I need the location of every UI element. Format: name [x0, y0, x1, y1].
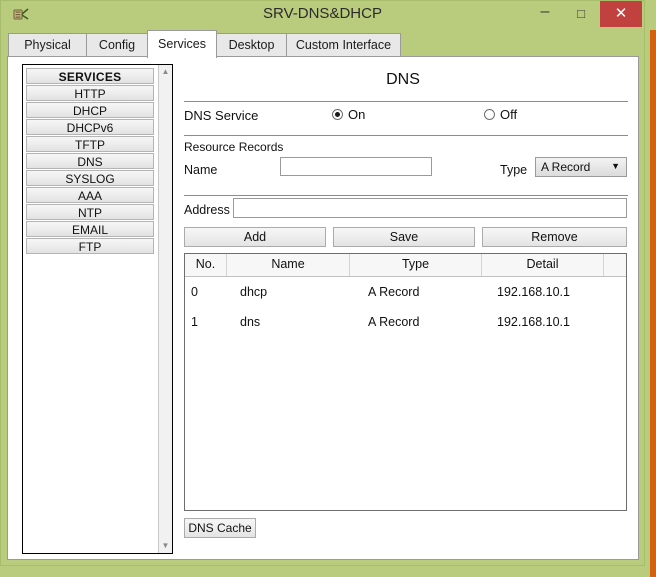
cell-no: 1 [191, 315, 198, 329]
cell-type: A Record [368, 285, 420, 299]
sidebar-item-aaa[interactable]: AAA [26, 187, 154, 203]
tab-bar: Physical Config Services Desktop Custom … [1, 30, 644, 58]
cell-no: 0 [191, 285, 198, 299]
background-strip-orange [650, 30, 656, 577]
services-sidebar: SERVICES HTTP DHCP DHCPv6 TFTP DNS SYSLO… [22, 64, 173, 554]
divider-under-name [184, 195, 628, 196]
sidebar-item-ftp[interactable]: FTP [26, 238, 154, 254]
sidebar-item-dhcpv6[interactable]: DHCPv6 [26, 119, 154, 135]
cell-detail: 192.168.10.1 [497, 315, 570, 329]
tab-custom-interface-label: Custom Interface [295, 38, 392, 52]
tab-physical[interactable]: Physical [8, 33, 87, 57]
column-header-detail[interactable]: Detail [482, 254, 604, 276]
dns-service-on-radio[interactable]: On [332, 107, 365, 122]
resource-records-table: No. Name Type Detail 0 dhcp A Record 192… [184, 253, 627, 511]
column-header-name[interactable]: Name [227, 254, 350, 276]
dns-cache-button[interactable]: DNS Cache [184, 518, 256, 538]
tab-desktop-label: Desktop [228, 38, 275, 52]
sidebar-item-dns[interactable]: DNS [26, 153, 154, 169]
tab-config[interactable]: Config [86, 33, 148, 57]
chevron-down-icon: ▼ [611, 161, 620, 171]
sidebar-item-email[interactable]: EMAIL [26, 221, 154, 237]
minimize-button[interactable]: – [526, 1, 564, 27]
dns-service-on-label: On [348, 107, 366, 122]
type-label: Type [500, 163, 528, 177]
dns-service-label: DNS Service [184, 108, 259, 123]
cell-type: A Record [368, 315, 420, 329]
tab-config-label: Config [98, 38, 136, 52]
record-type-dropdown[interactable]: A Record ▼ [535, 157, 627, 177]
divider-under-service [184, 135, 628, 136]
services-list: SERVICES HTTP DHCP DHCPv6 TFTP DNS SYSLO… [23, 65, 162, 255]
sidebar-item-syslog[interactable]: SYSLOG [26, 170, 154, 186]
dns-service-off-label: Off [500, 107, 518, 122]
tab-desktop[interactable]: Desktop [216, 33, 287, 57]
close-icon: ✕ [614, 5, 628, 22]
save-button[interactable]: Save [333, 227, 475, 247]
minimize-icon: – [540, 3, 550, 20]
address-input[interactable] [233, 198, 627, 218]
divider-top [184, 101, 628, 102]
column-header-type[interactable]: Type [350, 254, 482, 276]
sidebar-item-http[interactable]: HTTP [26, 85, 154, 101]
name-input[interactable] [280, 157, 432, 176]
resource-records-label: Resource Records [184, 140, 284, 154]
desktop-background: SRV-DNS&DHCP – □ ✕ Physical Config Servi… [0, 0, 656, 577]
add-button[interactable]: Add [184, 227, 326, 247]
tab-services[interactable]: Services [147, 30, 217, 58]
record-type-value: A Record [541, 160, 591, 174]
sidebar-item-ntp[interactable]: NTP [26, 204, 154, 220]
scroll-down-icon[interactable]: ▼ [159, 539, 172, 553]
table-header-row: No. Name Type Detail [185, 254, 626, 277]
name-label: Name [184, 163, 218, 177]
address-label: Address [184, 203, 230, 217]
column-header-no[interactable]: No. [185, 254, 227, 276]
sidebar-item-dhcp[interactable]: DHCP [26, 102, 154, 118]
radio-off-icon [484, 109, 495, 120]
column-header-spacer [604, 254, 626, 276]
dns-service-off-radio[interactable]: Off [484, 107, 517, 122]
page-title: DNS [386, 71, 420, 88]
tab-custom-interface[interactable]: Custom Interface [286, 33, 401, 57]
dns-configuration-pane: DNS DNS Service On Off Resource Records … [180, 57, 630, 559]
sidebar-header-services: SERVICES [26, 68, 154, 84]
table-row[interactable]: 0 dhcp A Record 192.168.10.1 [185, 277, 626, 307]
remove-button[interactable]: Remove [482, 227, 627, 247]
window-titlebar: SRV-DNS&DHCP – □ ✕ [1, 1, 644, 30]
tab-physical-label: Physical [24, 38, 71, 52]
maximize-button[interactable]: □ [562, 1, 600, 27]
sidebar-item-tftp[interactable]: TFTP [26, 136, 154, 152]
table-row[interactable]: 1 dns A Record 192.168.10.1 [185, 307, 626, 337]
device-config-window: SRV-DNS&DHCP – □ ✕ Physical Config Servi… [0, 0, 645, 566]
close-button[interactable]: ✕ [600, 1, 642, 27]
cell-name: dhcp [240, 285, 268, 299]
services-panel: SERVICES HTTP DHCP DHCPv6 TFTP DNS SYSLO… [7, 56, 639, 560]
cell-detail: 192.168.10.1 [497, 285, 570, 299]
maximize-icon: □ [577, 6, 585, 21]
sidebar-scrollbar[interactable]: ▲ ▼ [158, 65, 172, 553]
radio-on-icon [332, 109, 343, 120]
tab-services-label: Services [158, 37, 206, 51]
scroll-up-icon[interactable]: ▲ [159, 65, 172, 79]
cell-name: dns [240, 315, 261, 329]
